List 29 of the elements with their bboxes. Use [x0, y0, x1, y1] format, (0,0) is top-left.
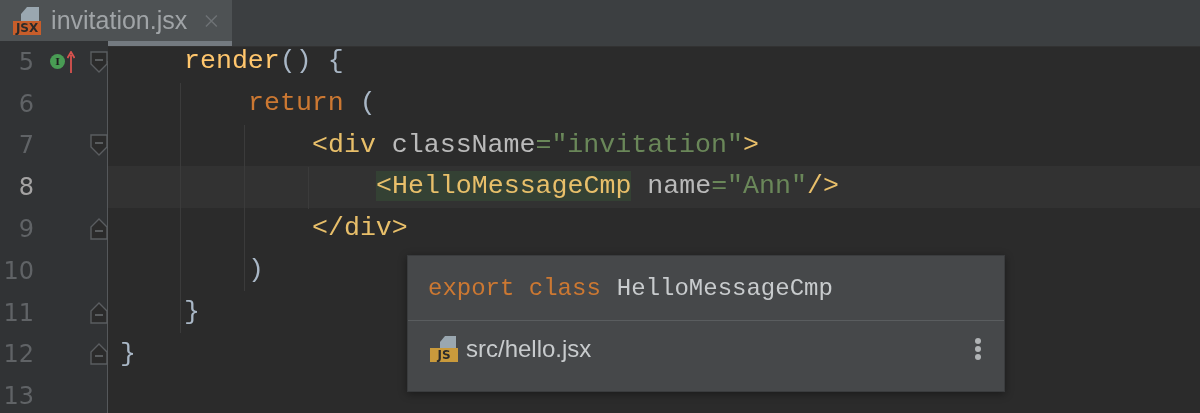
code-token: ="invitation" [535, 129, 743, 160]
code-token: ="Ann" [711, 171, 807, 202]
code-token: /> [806, 171, 839, 202]
code-token: > [742, 129, 759, 160]
close-icon[interactable] [205, 13, 218, 28]
more-icon[interactable] [974, 337, 982, 361]
declaration-text: HelloMessageCmp [616, 274, 833, 302]
fold-icon[interactable] [90, 134, 108, 157]
code-token: () { [279, 46, 344, 76]
code-token: <div [312, 129, 376, 160]
file-tab[interactable]: JSX invitation.jsx [0, 0, 232, 46]
code-token: </div> [312, 213, 408, 244]
fold-icon[interactable] [90, 218, 108, 241]
code-token: } [120, 338, 136, 369]
fold-icon[interactable] [90, 50, 108, 73]
code-token: return [248, 87, 344, 118]
line-number: 8 [17, 173, 34, 202]
code-token: ( [358, 87, 376, 118]
code-token: name [646, 171, 712, 202]
file-path[interactable]: src/hello.jsx [466, 335, 966, 363]
code-token: className [390, 129, 536, 160]
fold-icon[interactable] [90, 343, 108, 366]
declaration-text: export class [428, 274, 601, 302]
code-token: HelloMessageCmp [391, 171, 632, 202]
code-token: render [184, 46, 280, 76]
code-token: < [376, 171, 392, 202]
fold-icon[interactable] [90, 301, 108, 324]
code-token: } [184, 296, 200, 327]
code-token: ) [248, 255, 264, 285]
